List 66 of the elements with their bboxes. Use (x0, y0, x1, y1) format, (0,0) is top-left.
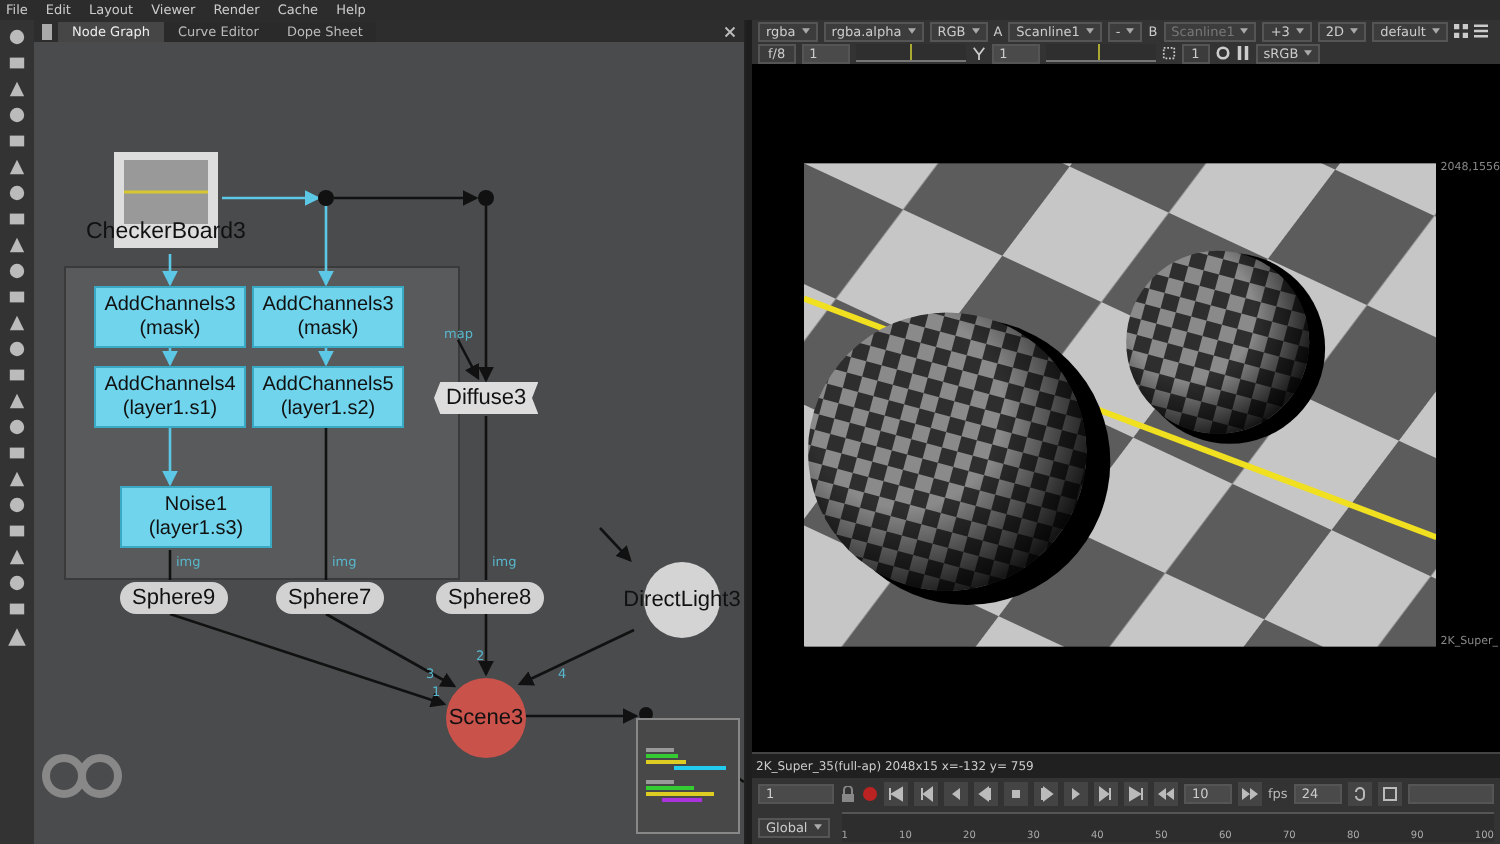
connection-arrow (478, 614, 494, 677)
minimap[interactable] (636, 718, 740, 834)
rewind-icon[interactable] (1154, 782, 1178, 806)
node-label: AddChannels5 (layer1.s2) (262, 374, 394, 420)
caret-icon (1295, 28, 1304, 34)
node-label: Scene3 (448, 706, 524, 730)
caret-icon (1431, 28, 1440, 34)
caret-icon (1350, 28, 1359, 34)
play-backward-icon[interactable] (944, 782, 968, 806)
region-icon[interactable] (1161, 46, 1176, 60)
connection-arrow (517, 628, 635, 686)
play-icon[interactable] (1064, 782, 1088, 806)
range-field[interactable] (1407, 784, 1494, 804)
caret-icon (801, 28, 810, 34)
node-label: AddChannels3 (mask) (104, 294, 236, 340)
caret-icon (1085, 28, 1094, 34)
step-forward-icon[interactable] (1034, 782, 1058, 806)
connection-arrow (599, 527, 632, 562)
channel-node[interactable]: AddChannels4 (layer1.s1) (94, 366, 246, 428)
channel-node[interactable]: AddChannels5 (layer1.s2) (252, 366, 404, 428)
node-label: AddChannels4 (layer1.s1) (104, 374, 236, 420)
scene-node[interactable]: Scene3 (446, 678, 526, 758)
connection-arrow (318, 348, 334, 367)
caret-icon (971, 28, 980, 34)
connection-arrow (162, 348, 178, 367)
caret-icon (907, 28, 916, 34)
node-label: Noise1 (layer1.s3) (148, 494, 244, 540)
tool-icon[interactable] (6, 626, 28, 648)
gain-slider[interactable] (855, 44, 966, 62)
node-label: Sphere8 (448, 586, 532, 610)
skip-to-start-icon[interactable] (884, 782, 908, 806)
lock-icon[interactable] (840, 786, 856, 802)
caret-icon (1240, 28, 1249, 34)
connection-arrow (162, 428, 178, 487)
stop-icon[interactable] (1004, 782, 1028, 806)
channel-node[interactable]: AddChannels3 (mask) (94, 286, 246, 348)
connection-arrow (526, 708, 639, 724)
gamma-slider[interactable] (1045, 44, 1156, 62)
loop-icon[interactable] (1347, 782, 1372, 806)
gamma-icon[interactable] (971, 46, 986, 60)
panel-icon[interactable] (42, 23, 52, 39)
connection-arrow (162, 254, 178, 287)
node-label: Diffuse3 (446, 386, 527, 410)
caret-icon (813, 824, 822, 830)
caret-icon (1304, 50, 1313, 56)
next-keyframe-icon[interactable] (1094, 782, 1118, 806)
skip-to-end-icon[interactable] (1124, 782, 1148, 806)
close-icon[interactable] (724, 26, 736, 38)
channel-node[interactable]: AddChannels3 (mask) (252, 286, 404, 348)
channel-node[interactable]: Noise1 (layer1.s3) (120, 486, 272, 548)
node-label: Sphere9 (132, 586, 216, 610)
previous-keyframe-icon[interactable] (914, 782, 938, 806)
material-node[interactable]: Diffuse3 (434, 382, 539, 414)
connection-line (168, 550, 172, 580)
frame-icon[interactable] (1377, 782, 1402, 806)
logo-icon (40, 750, 124, 802)
caret-icon (1126, 28, 1135, 34)
junction-dot[interactable] (318, 190, 334, 206)
node-label: Sphere7 (288, 586, 372, 610)
menu-icon[interactable] (1473, 24, 1488, 38)
grid-icon[interactable] (1453, 24, 1468, 38)
pause-icon[interactable] (1235, 46, 1250, 60)
step-back-icon[interactable] (974, 782, 998, 806)
fast-forward-icon[interactable] (1238, 782, 1262, 806)
node-label: AddChannels3 (mask) (262, 294, 394, 340)
junction-dot[interactable] (478, 190, 494, 206)
